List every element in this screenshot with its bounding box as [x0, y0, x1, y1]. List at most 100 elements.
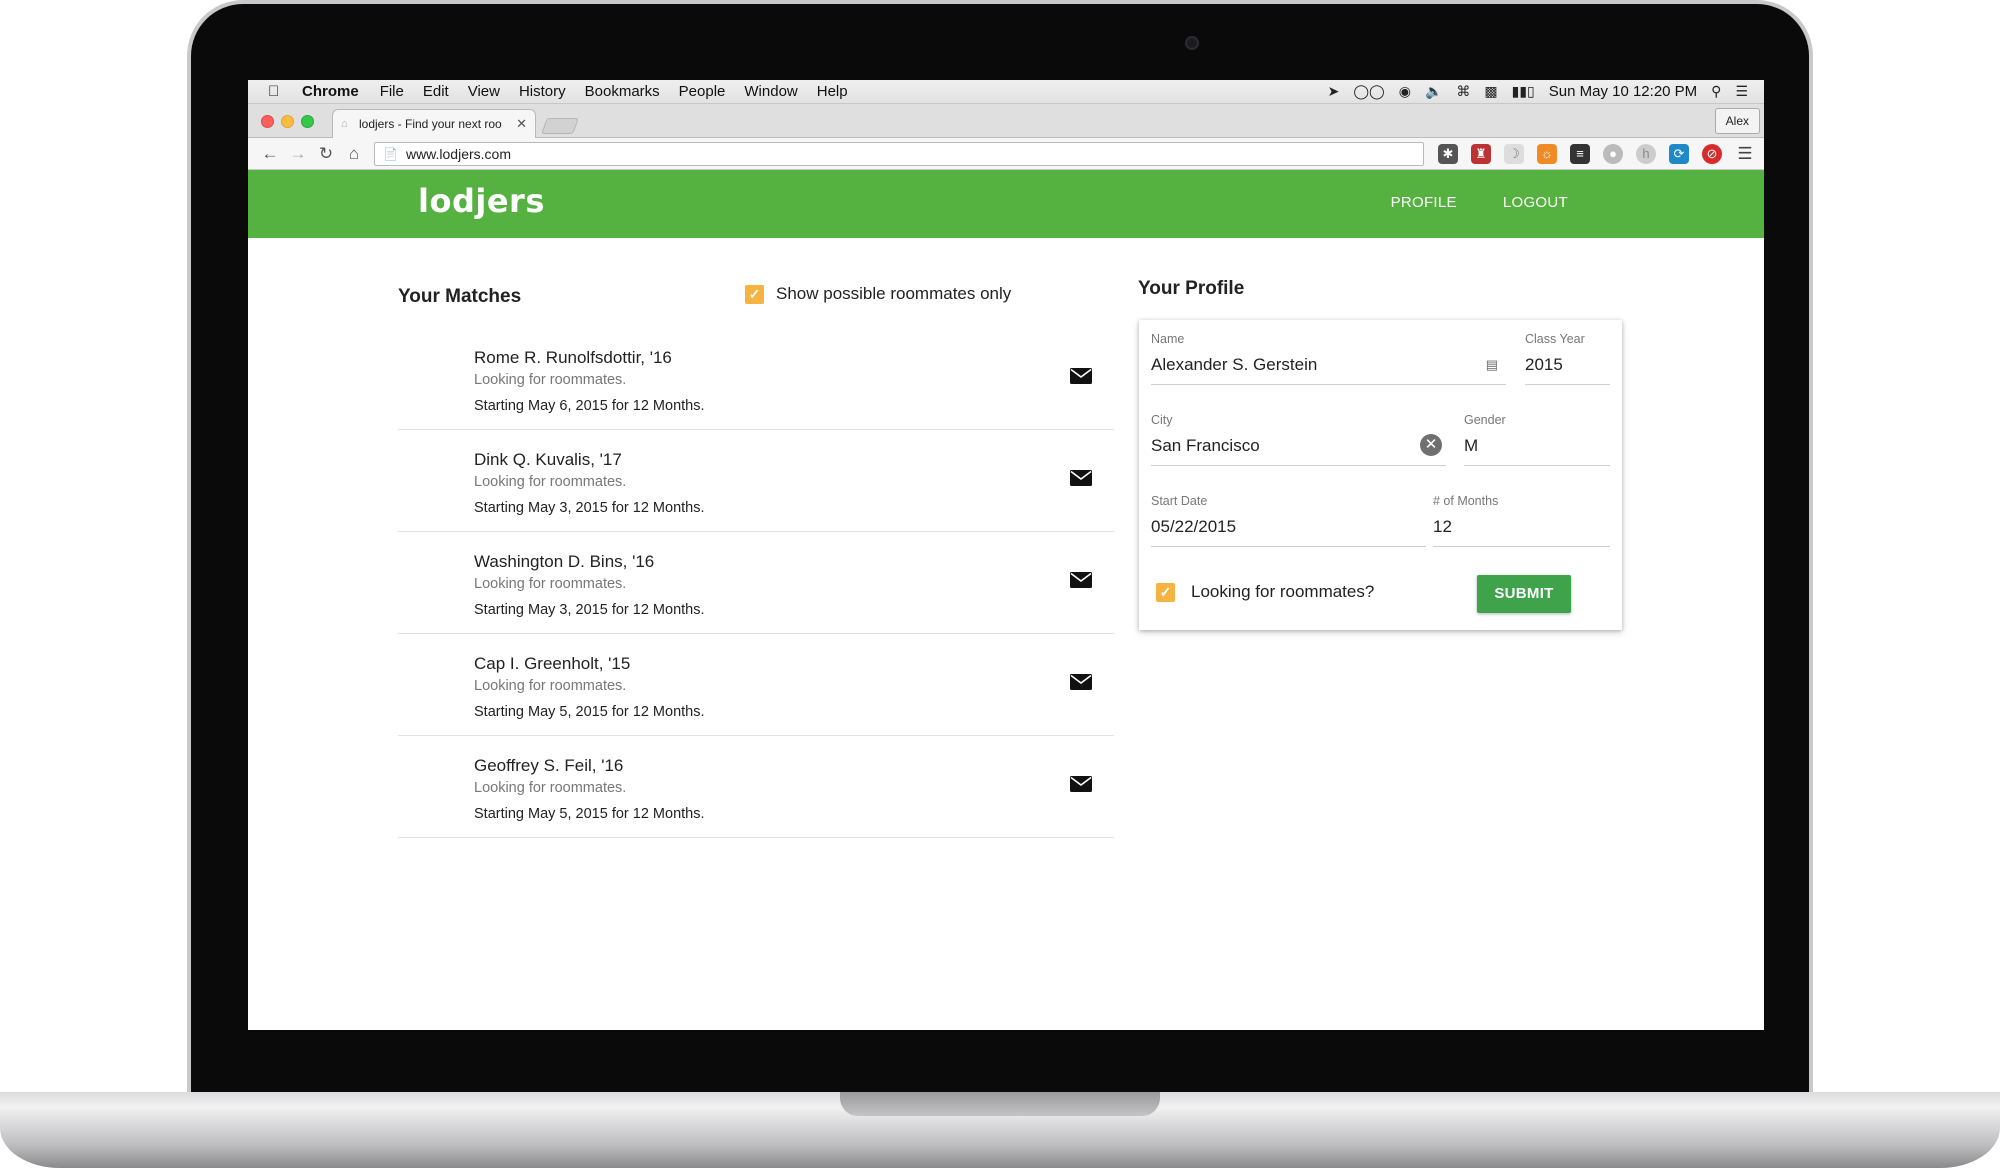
- list-item: Cap I. Greenholt, '15 Looking for roomma…: [398, 634, 1114, 736]
- moon-extension-icon[interactable]: ☽: [1504, 143, 1524, 164]
- contact-card-icon: ▤: [1485, 357, 1498, 372]
- chrome-menu-icon[interactable]: ☰: [1735, 144, 1755, 164]
- name-field[interactable]: Name Alexander S. Gerstein ▤: [1151, 332, 1506, 385]
- nav-profile-link[interactable]: PROFILE: [1391, 194, 1457, 211]
- name-value: Alexander S. Gerstein: [1151, 355, 1318, 374]
- address-bar-url: www.lodjers.com: [405, 145, 511, 162]
- menu-edit[interactable]: Edit: [423, 83, 449, 100]
- battery-icon[interactable]: ▮▮▯: [1512, 83, 1535, 100]
- months-label: # of Months: [1433, 494, 1499, 508]
- match-name: Washington D. Bins, '16: [474, 552, 655, 571]
- filter-label[interactable]: Show possible roommates only: [776, 284, 1011, 304]
- match-name: Rome R. Runolfsdottir, '16: [474, 348, 672, 367]
- class-year-input[interactable]: 2015: [1525, 355, 1610, 385]
- cc-icon[interactable]: ▩: [1484, 83, 1497, 100]
- list-item: Rome R. Runolfsdottir, '16 Looking for r…: [398, 328, 1114, 430]
- filter-checkbox[interactable]: ✓: [745, 284, 764, 304]
- arrow-status-icon[interactable]: ➤: [1328, 83, 1340, 100]
- mail-icon[interactable]: [1070, 470, 1092, 486]
- list-icon[interactable]: ☰: [1735, 83, 1748, 100]
- minimize-window-button[interactable]: [281, 115, 294, 128]
- mail-icon[interactable]: [1070, 674, 1092, 690]
- gender-field[interactable]: Gender M: [1464, 413, 1610, 466]
- sync-extension-icon[interactable]: ⟳: [1669, 143, 1689, 164]
- site-header: lodjers PROFILE LOGOUT: [248, 170, 1764, 238]
- city-label: City: [1151, 413, 1173, 427]
- match-dates: Starting May 3, 2015 for 12 Months.: [474, 500, 705, 516]
- spotlight-icon[interactable]: ⚲: [1711, 83, 1721, 100]
- class-year-label: Class Year: [1525, 332, 1585, 346]
- profile-card: Name Alexander S. Gerstein ▤ Class Year …: [1139, 320, 1622, 630]
- forward-icon[interactable]: →: [284, 144, 312, 164]
- main-content: Your Matches ✓ Show possible roommates o…: [248, 238, 1764, 1029]
- start-date-input[interactable]: 05/22/2015: [1151, 517, 1426, 547]
- menu-history[interactable]: History: [519, 83, 566, 100]
- close-window-button[interactable]: [261, 115, 274, 128]
- match-dates: Starting May 6, 2015 for 12 Months.: [474, 398, 705, 414]
- volume-icon[interactable]: 🔈: [1425, 83, 1442, 100]
- address-bar[interactable]: 📄 www.lodjers.com: [374, 141, 1424, 166]
- mail-icon[interactable]: [1070, 776, 1092, 792]
- camera: [1185, 36, 1199, 50]
- browser-tab[interactable]: ⌂ lodjers - Find your next roo ✕: [332, 109, 536, 138]
- match-dates: Starting May 3, 2015 for 12 Months.: [474, 602, 705, 618]
- lastpass-extension-icon[interactable]: ⊘: [1702, 143, 1722, 164]
- mail-icon[interactable]: [1070, 572, 1092, 588]
- reload-icon[interactable]: ↻: [312, 144, 340, 164]
- nav-logout-link[interactable]: LOGOUT: [1503, 194, 1568, 211]
- submit-button[interactable]: SUBMIT: [1477, 575, 1571, 613]
- match-status: Looking for roommates.: [474, 576, 627, 592]
- class-year-field[interactable]: Class Year 2015: [1525, 332, 1610, 385]
- list-item: Geoffrey S. Feil, '16 Looking for roomma…: [398, 736, 1114, 838]
- maximize-window-button[interactable]: [301, 115, 314, 128]
- gender-input[interactable]: M: [1464, 436, 1610, 466]
- adblock-extension-icon[interactable]: ●: [1603, 143, 1623, 164]
- glasses-icon[interactable]: ◯◯: [1353, 83, 1384, 100]
- city-field[interactable]: City San Francisco ✕: [1151, 413, 1446, 466]
- asterisk-extension-icon[interactable]: ✱: [1438, 143, 1458, 164]
- wifi-icon[interactable]: ⌘: [1456, 83, 1470, 100]
- apple-icon[interactable]: : [268, 83, 290, 100]
- start-date-field[interactable]: Start Date 05/22/2015: [1151, 494, 1426, 547]
- h-extension-icon[interactable]: h: [1636, 143, 1656, 164]
- menu-file[interactable]: File: [380, 83, 404, 100]
- menu-people[interactable]: People: [679, 83, 726, 100]
- start-date-label: Start Date: [1151, 494, 1208, 508]
- menubar-clock[interactable]: Sun May 10 12:20 PM: [1549, 83, 1697, 100]
- page-icon: 📄: [383, 146, 398, 161]
- tab-close-icon[interactable]: ✕: [516, 116, 527, 132]
- months-field[interactable]: # of Months 12: [1433, 494, 1610, 547]
- looking-label[interactable]: Looking for roommates?: [1191, 582, 1374, 602]
- menu-chrome[interactable]: Chrome: [302, 83, 359, 100]
- site-logo[interactable]: lodjers: [418, 182, 545, 220]
- menu-view[interactable]: View: [468, 83, 500, 100]
- home-icon[interactable]: ⌂: [340, 144, 368, 164]
- menu-bookmarks[interactable]: Bookmarks: [585, 83, 660, 100]
- city-input[interactable]: San Francisco ✕: [1151, 434, 1446, 466]
- city-value: San Francisco: [1151, 436, 1260, 455]
- months-input[interactable]: 12: [1433, 517, 1610, 547]
- match-status: Looking for roommates.: [474, 474, 627, 490]
- name-input[interactable]: Alexander S. Gerstein ▤: [1151, 355, 1506, 385]
- screen:  Chrome File Edit View History Bookmark…: [248, 80, 1764, 1030]
- looking-for-roommates-toggle[interactable]: ✓ Looking for roommates?: [1156, 582, 1374, 602]
- looking-checkbox[interactable]: ✓: [1156, 582, 1175, 602]
- menu-window[interactable]: Window: [744, 83, 797, 100]
- match-list: Rome R. Runolfsdottir, '16 Looking for r…: [398, 328, 1114, 838]
- clear-icon[interactable]: ✕: [1420, 434, 1442, 456]
- buffer-extension-icon[interactable]: ≡: [1570, 143, 1590, 164]
- drive-icon[interactable]: ◉: [1399, 83, 1411, 100]
- mail-icon[interactable]: [1070, 368, 1092, 384]
- matches-title: Your Matches: [398, 286, 522, 307]
- menu-help[interactable]: Help: [817, 83, 848, 100]
- tab-title: lodjers - Find your next roo: [359, 117, 502, 131]
- roommates-filter[interactable]: ✓ Show possible roommates only: [745, 284, 1011, 304]
- fox-extension-icon[interactable]: ☼: [1537, 143, 1557, 164]
- match-name: Geoffrey S. Feil, '16: [474, 756, 624, 775]
- back-icon[interactable]: ←: [256, 144, 284, 164]
- site-nav: PROFILE LOGOUT: [1391, 194, 1568, 211]
- name-label: Name: [1151, 332, 1185, 346]
- sofa-extension-icon[interactable]: ♜: [1471, 143, 1491, 164]
- new-tab-button[interactable]: [541, 118, 579, 134]
- profile-switcher-button[interactable]: Alex: [1714, 108, 1760, 134]
